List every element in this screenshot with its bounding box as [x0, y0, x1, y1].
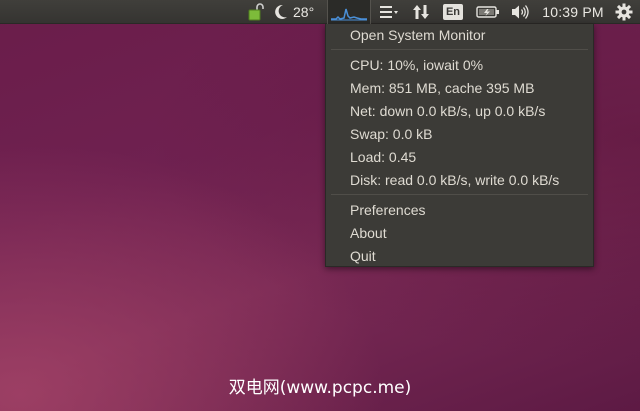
menu-item-mem: Mem: 851 MB, cache 395 MB [350, 80, 535, 96]
lock-update-icon [246, 2, 266, 22]
weather-indicator[interactable]: 28° [274, 0, 324, 24]
update-indicator[interactable] [244, 0, 268, 24]
menu-item-swap: Swap: 0.0 kB [350, 126, 433, 142]
volume-indicator[interactable] [508, 0, 532, 24]
gear-icon [615, 3, 633, 21]
top-panel: 28° En 10:39 PM [0, 0, 640, 24]
menu-item-disk: Disk: read 0.0 kB/s, write 0.0 kB/s [350, 172, 560, 188]
keyboard-layout-indicator[interactable]: En [441, 0, 465, 24]
menu-item-cpu: CPU: 10%, iowait 0% [350, 57, 484, 73]
menu-item-about[interactable]: About [350, 224, 387, 242]
system-monitor-indicator[interactable] [327, 0, 371, 24]
menu-item-open-system-monitor[interactable]: Open System Monitor [350, 26, 485, 44]
desktop-background: 28° En 10:39 PM Open System Monitor CPU:… [0, 0, 640, 411]
clock-indicator[interactable]: 10:39 PM [540, 0, 606, 24]
language-badge: En [442, 4, 464, 20]
menu-item-load: Load: 0.45 [350, 149, 417, 165]
battery-icon [476, 5, 500, 19]
network-indicator[interactable] [409, 0, 433, 24]
system-monitor-menu: Open System Monitor CPU: 10%, iowait 0% … [325, 24, 594, 267]
menu-separator [331, 49, 588, 50]
clock-label: 10:39 PM [542, 4, 604, 20]
network-transfer-icon [412, 3, 430, 21]
menu-item-net: Net: down 0.0 kB/s, up 0.0 kB/s [350, 103, 546, 119]
temperature-label: 28° [293, 4, 315, 20]
messaging-menu-icon [379, 5, 399, 19]
messaging-menu-indicator[interactable] [376, 0, 402, 24]
menu-item-quit[interactable]: Quit [350, 247, 376, 265]
battery-indicator[interactable] [474, 0, 502, 24]
watermark-text: 双电网(www.pcpc.me) [228, 378, 412, 398]
system-monitor-graph-icon [330, 3, 368, 21]
volume-icon [510, 4, 530, 20]
weather-moon-icon [274, 4, 288, 20]
menu-item-preferences[interactable]: Preferences [350, 201, 425, 219]
session-menu-indicator[interactable] [612, 0, 636, 24]
menu-separator [331, 194, 588, 195]
